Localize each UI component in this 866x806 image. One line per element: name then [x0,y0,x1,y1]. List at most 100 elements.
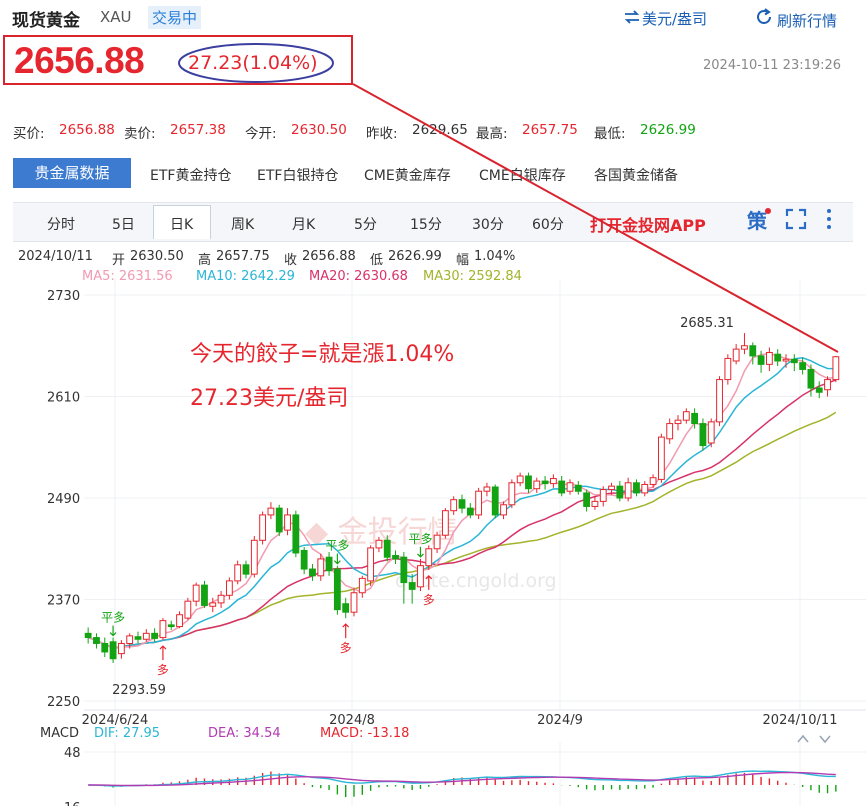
candle[interactable] [633,479,640,497]
candle-body [458,499,466,509]
candle[interactable] [441,508,449,539]
candle[interactable] [732,344,740,365]
candle[interactable] [292,510,300,558]
candle[interactable] [525,472,532,493]
candle[interactable] [284,508,291,536]
candle[interactable] [275,504,283,537]
candle[interactable] [599,486,607,507]
open-app-link[interactable]: 打开金投网APP [590,212,706,236]
candle[interactable] [217,591,225,608]
candle[interactable] [516,472,524,487]
candle[interactable] [624,477,632,502]
candle[interactable] [176,611,183,629]
candle[interactable] [225,577,233,600]
candle[interactable] [824,376,831,397]
candle[interactable] [724,354,732,385]
signal-up-arrow [342,623,350,639]
candle[interactable] [541,476,549,490]
period-60min[interactable]: 60分 [532,214,564,234]
candle[interactable] [483,482,491,497]
candle[interactable] [309,563,316,581]
candle[interactable] [491,484,499,519]
candle[interactable] [832,355,840,383]
period-30min[interactable]: 30分 [472,214,504,234]
candle[interactable] [699,418,707,451]
candle[interactable] [782,354,790,368]
candle[interactable] [674,415,682,431]
candle[interactable] [400,552,408,604]
candle[interactable] [192,582,200,607]
candle[interactable] [450,496,458,515]
candle[interactable] [342,597,350,619]
candle[interactable] [641,481,649,497]
tab-etf-silver-holdings[interactable]: ETF白银持仓 [257,165,338,185]
refresh-quote-link[interactable]: 刷新行情 [755,8,837,31]
candle-body [657,436,665,480]
candle[interactable] [458,494,466,514]
candle[interactable] [358,575,366,598]
candle[interactable] [666,418,674,444]
candle[interactable] [142,629,150,642]
candle-body [500,504,507,516]
candle[interactable] [765,347,773,372]
tab-gold-reserves[interactable]: 各国黄金储备 [594,165,678,185]
period-daily-k[interactable]: 日K [170,214,193,234]
candle[interactable] [815,381,823,399]
candle[interactable] [184,597,192,620]
candle[interactable] [657,433,665,483]
period-15min[interactable]: 15分 [410,214,442,234]
fullscreen-icon[interactable] [785,208,807,234]
candle[interactable] [267,502,275,520]
candle[interactable] [649,474,657,488]
candle[interactable] [616,481,624,502]
candle[interactable] [367,545,375,586]
candle[interactable] [533,477,541,493]
candle[interactable] [790,354,798,372]
candle[interactable] [707,418,715,448]
candle[interactable] [117,640,125,659]
candle[interactable] [508,479,516,509]
strategy-icon[interactable]: 策 [746,207,772,237]
tab-precious-metal-data[interactable]: 贵金属数据 [13,158,131,188]
candle[interactable] [93,633,100,649]
candle[interactable] [325,552,333,576]
candle[interactable] [392,550,399,564]
candle[interactable] [774,349,782,367]
candle[interactable] [333,565,341,615]
currency-unit-link[interactable]: 美元/盎司 [624,8,707,29]
candle[interactable] [549,474,557,488]
candle[interactable] [475,487,483,520]
candle[interactable] [741,333,748,355]
candle[interactable] [500,501,507,520]
tab-cme-gold-stock[interactable]: CME黄金库存 [364,165,451,185]
candle[interactable] [300,547,308,575]
candle[interactable] [201,580,208,608]
candle[interactable] [417,558,424,592]
candle[interactable] [425,545,433,570]
candle[interactable] [101,637,109,658]
period-intraday[interactable]: 分时 [47,214,75,234]
quote-field-label: 昨收: [366,126,398,142]
period-monthly-k[interactable]: 月K [292,214,315,234]
candle[interactable] [234,560,242,585]
candle[interactable] [682,408,690,424]
candle[interactable] [167,620,175,630]
candle[interactable] [134,631,142,644]
candle[interactable] [716,376,723,427]
tab-etf-gold-holdings[interactable]: ETF黄金持仓 [150,165,231,185]
period-weekly-k[interactable]: 周K [231,214,254,234]
candle[interactable] [566,479,574,495]
candle[interactable] [242,560,250,579]
macd-collapse-icon[interactable] [796,729,836,748]
candle[interactable] [109,637,117,663]
candle[interactable] [583,489,591,512]
period-5day[interactable]: 5日 [112,214,135,234]
tab-cme-silver-stock[interactable]: CME白银库存 [479,165,566,185]
period-5min[interactable]: 5分 [354,214,377,234]
candle[interactable] [259,511,267,545]
candle[interactable] [250,536,258,578]
candle[interactable] [574,481,582,495]
candle[interactable] [159,618,167,641]
candle[interactable] [84,627,92,644]
more-options-icon[interactable] [824,208,834,234]
